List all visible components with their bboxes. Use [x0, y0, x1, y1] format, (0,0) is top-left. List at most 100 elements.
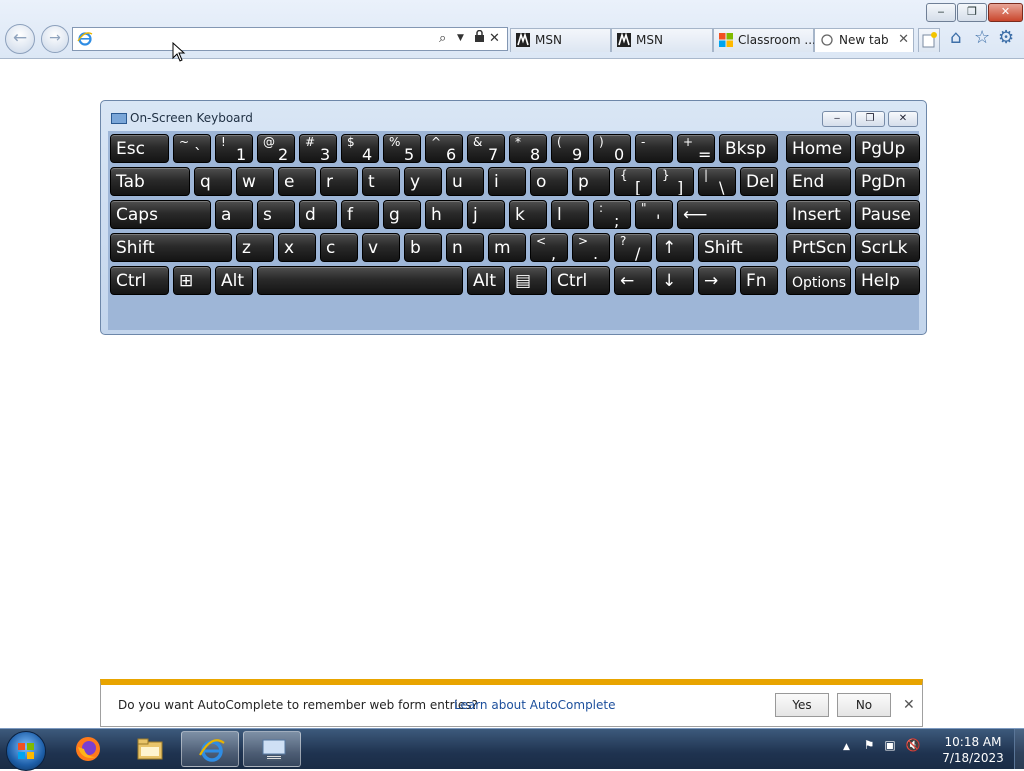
- osk-key[interactable]: }]: [656, 167, 694, 196]
- osk-key[interactable]: p: [572, 167, 610, 196]
- osk-key[interactable]: d: [299, 200, 337, 229]
- tools-gear-icon[interactable]: ⚙: [998, 28, 1014, 48]
- osk-key[interactable]: Alt: [467, 266, 505, 295]
- tray-chevron-icon[interactable]: ▲: [843, 742, 850, 752]
- osk-key[interactable]: Help: [855, 266, 920, 295]
- autocomplete-yes-button[interactable]: Yes: [775, 693, 829, 717]
- tab-classroom[interactable]: Classroom ...: [713, 28, 816, 52]
- osk-key[interactable]: Ctrl: [110, 266, 169, 295]
- osk-key[interactable]: n: [446, 233, 484, 262]
- favorites-star-icon[interactable]: ☆: [974, 28, 990, 48]
- notification-close-icon[interactable]: ✕: [903, 697, 915, 713]
- osk-key[interactable]: Insert: [786, 200, 851, 229]
- osk-key[interactable]: % 5: [383, 134, 421, 163]
- tab-new-tab[interactable]: New tab ✕: [814, 28, 914, 52]
- autocomplete-no-button[interactable]: No: [837, 693, 891, 717]
- osk-key[interactable]: Esc: [110, 134, 169, 163]
- osk-key[interactable]: ^ 6: [425, 134, 463, 163]
- action-center-flag-icon[interactable]: ⚑: [864, 738, 875, 752]
- osk-key[interactable]: f: [341, 200, 379, 229]
- osk-key[interactable]: Del: [740, 167, 778, 196]
- osk-key[interactable]: ScrLk: [855, 233, 920, 262]
- home-icon[interactable]: ⌂: [950, 28, 961, 48]
- start-button[interactable]: [6, 731, 46, 771]
- osk-key[interactable]: l: [551, 200, 589, 229]
- osk-key[interactable]: [257, 266, 463, 295]
- osk-key[interactable]: x: [278, 233, 316, 262]
- stop-icon[interactable]: ✕: [489, 30, 500, 47]
- osk-key[interactable]: >.: [572, 233, 610, 262]
- osk-key[interactable]: a: [215, 200, 253, 229]
- osk-key[interactable]: @2: [257, 134, 295, 163]
- osk-key[interactable]: * 8: [509, 134, 547, 163]
- osk-key[interactable]: e: [278, 167, 316, 196]
- osk-key[interactable]: PgUp: [855, 134, 920, 163]
- osk-key[interactable]: Shift: [110, 233, 232, 262]
- taskbar-firefox[interactable]: [58, 731, 116, 767]
- osk-key[interactable]: Pause: [855, 200, 920, 229]
- osk-key[interactable]: ~ `: [173, 134, 211, 163]
- osk-key[interactable]: + =: [677, 134, 715, 163]
- back-button[interactable]: ←: [5, 24, 35, 54]
- osk-key[interactable]: →: [698, 266, 736, 295]
- learn-about-autocomplete-link[interactable]: Learn about AutoComplete: [454, 698, 615, 712]
- osk-key[interactable]: Alt: [215, 266, 253, 295]
- osk-key[interactable]: y: [404, 167, 442, 196]
- taskbar-on-screen-keyboard[interactable]: [243, 731, 301, 767]
- osk-key[interactable]: {[: [614, 167, 652, 196]
- osk-key[interactable]: ←: [614, 266, 652, 295]
- taskbar-internet-explorer[interactable]: [181, 731, 239, 767]
- osk-key[interactable]: i: [488, 167, 526, 196]
- search-icon[interactable]: ⌕: [439, 30, 446, 47]
- tab-close-icon[interactable]: ✕: [898, 32, 909, 47]
- address-bar[interactable]: ⌕ ▼ ✕: [72, 27, 508, 51]
- forward-button[interactable]: →: [41, 25, 69, 53]
- osk-key[interactable]: " ': [635, 200, 673, 229]
- osk-key[interactable]: PrtScn: [786, 233, 851, 262]
- osk-key[interactable]: Bksp: [719, 134, 778, 163]
- osk-key[interactable]: PgDn: [855, 167, 920, 196]
- taskbar-file-explorer[interactable]: [120, 731, 178, 767]
- osk-key[interactable]: Tab: [110, 167, 190, 196]
- osk-key[interactable]: s: [257, 200, 295, 229]
- window-minimize-button[interactable]: ‒: [926, 3, 956, 22]
- osk-key[interactable]: Caps: [110, 200, 211, 229]
- osk-key[interactable]: u: [446, 167, 484, 196]
- osk-key[interactable]: m: [488, 233, 526, 262]
- osk-key[interactable]: Options: [786, 266, 851, 295]
- osk-key[interactable]: <,: [530, 233, 568, 262]
- osk-key[interactable]: End: [786, 167, 851, 196]
- osk-key[interactable]: q: [194, 167, 232, 196]
- osk-key[interactable]: r: [320, 167, 358, 196]
- osk-key[interactable]: ▤: [509, 266, 547, 295]
- lock-icon[interactable]: [474, 29, 485, 48]
- osk-key[interactable]: ⟵: [677, 200, 778, 229]
- clock[interactable]: 10:18 AM 7/18/2023: [938, 734, 1008, 766]
- osk-key[interactable]: h: [425, 200, 463, 229]
- osk-close-button[interactable]: ✕: [888, 111, 918, 127]
- osk-key[interactable]: :;: [593, 200, 631, 229]
- osk-key[interactable]: | \: [698, 167, 736, 196]
- osk-restore-button[interactable]: ❐: [855, 111, 885, 127]
- osk-key[interactable]: - _: [635, 134, 673, 163]
- osk-key[interactable]: o: [530, 167, 568, 196]
- osk-key[interactable]: ↓: [656, 266, 694, 295]
- osk-key[interactable]: k: [509, 200, 547, 229]
- osk-key[interactable]: t: [362, 167, 400, 196]
- osk-key[interactable]: Ctrl: [551, 266, 610, 295]
- osk-minimize-button[interactable]: ‒: [822, 111, 852, 127]
- new-tab-button[interactable]: [918, 28, 940, 52]
- osk-key[interactable]: w: [236, 167, 274, 196]
- osk-key[interactable]: (9: [551, 134, 589, 163]
- tab-msn-2[interactable]: MSN: [611, 28, 713, 52]
- window-maximize-button[interactable]: ❐: [957, 3, 987, 22]
- window-close-button[interactable]: ✕: [988, 3, 1023, 22]
- osk-key[interactable]: v: [362, 233, 400, 262]
- tab-msn-1[interactable]: MSN: [510, 28, 611, 52]
- osk-key[interactable]: z: [236, 233, 274, 262]
- osk-key[interactable]: Shift: [698, 233, 778, 262]
- dropdown-chevron-icon[interactable]: ▼: [457, 30, 464, 47]
- osk-key[interactable]: c: [320, 233, 358, 262]
- osk-key[interactable]: g: [383, 200, 421, 229]
- osk-key[interactable]: Home: [786, 134, 851, 163]
